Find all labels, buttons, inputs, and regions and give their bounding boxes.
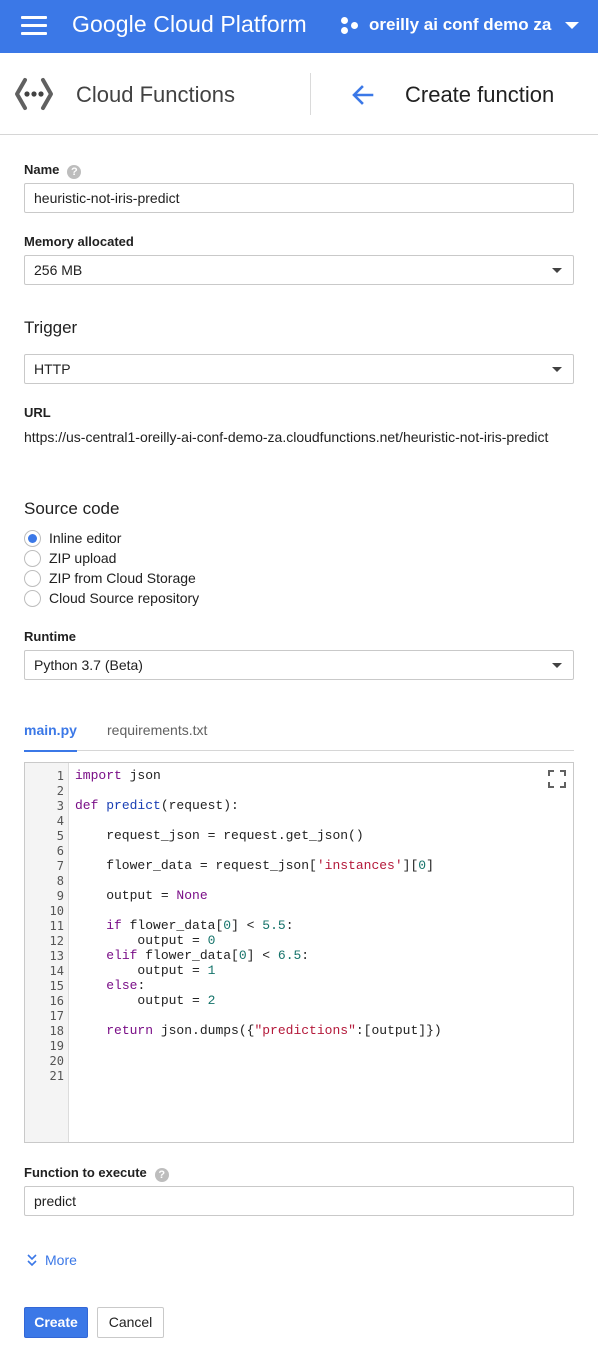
code-line[interactable]: flower_data = request_json['instances'][… bbox=[75, 858, 434, 873]
file-tabs: main.py requirements.txt bbox=[24, 718, 574, 752]
trigger-value: HTTP bbox=[34, 361, 71, 377]
cloud-functions-icon bbox=[15, 78, 53, 110]
line-number: 8 bbox=[56, 874, 64, 888]
function-label: Function to execute? bbox=[24, 1165, 169, 1182]
more-label: More bbox=[45, 1252, 77, 1268]
code-line[interactable]: output = 2 bbox=[75, 993, 215, 1008]
line-number: 16 bbox=[49, 994, 64, 1008]
runtime-value: Python 3.7 (Beta) bbox=[34, 657, 143, 673]
radio-label: ZIP from Cloud Storage bbox=[49, 570, 196, 586]
memory-value: 256 MB bbox=[34, 262, 83, 278]
dropdown-caret-icon bbox=[552, 268, 562, 273]
page-title: Create function bbox=[405, 82, 555, 107]
create-button[interactable]: Create bbox=[24, 1307, 88, 1338]
radio-cloud-source-repo[interactable]: Cloud Source repository bbox=[24, 589, 199, 607]
code-line[interactable]: if flower_data[0] < 5.5: bbox=[75, 918, 293, 933]
line-number: 19 bbox=[49, 1039, 64, 1053]
radio-button-checked[interactable] bbox=[24, 529, 41, 547]
url-label: URL bbox=[24, 405, 51, 420]
line-number: 1 bbox=[56, 769, 64, 783]
line-number: 18 bbox=[49, 1024, 64, 1038]
service-title[interactable]: Cloud Functions bbox=[76, 82, 235, 108]
header-divider bbox=[310, 73, 311, 115]
code-editor[interactable]: 1 2 3 4 5 6 7 8 9 10 11 12 13 14 15 16 17 18 19 20 21 import… bbox=[24, 762, 574, 1143]
dropdown-caret-icon bbox=[552, 367, 562, 372]
code-line[interactable]: request_json = request.get_json() bbox=[75, 828, 363, 843]
radio-button[interactable] bbox=[24, 569, 41, 587]
radio-zip-upload[interactable]: ZIP upload bbox=[24, 549, 116, 567]
code-line[interactable]: return json.dumps({"predictions":[output… bbox=[75, 1023, 441, 1038]
runtime-label: Runtime bbox=[24, 629, 76, 644]
name-label: Name? bbox=[24, 162, 82, 179]
line-number: 13 bbox=[49, 949, 64, 963]
memory-select[interactable]: 256 MB bbox=[24, 255, 574, 285]
line-number: 2 bbox=[56, 784, 64, 798]
back-arrow-icon[interactable] bbox=[349, 81, 377, 109]
line-number: 5 bbox=[56, 829, 64, 843]
project-icon bbox=[340, 15, 360, 35]
project-name: oreilly ai conf demo za bbox=[369, 15, 552, 34]
more-toggle[interactable]: More bbox=[26, 1252, 77, 1268]
memory-label: Memory allocated bbox=[24, 234, 134, 249]
line-number: 10 bbox=[49, 904, 64, 918]
cancel-button[interactable]: Cancel bbox=[97, 1307, 164, 1338]
fullscreen-icon[interactable] bbox=[548, 770, 566, 788]
dropdown-caret-icon bbox=[552, 663, 562, 668]
caret-down-icon bbox=[565, 21, 580, 29]
line-number: 20 bbox=[49, 1054, 64, 1068]
code-line[interactable]: def predict(request): bbox=[75, 798, 239, 813]
line-number: 4 bbox=[56, 814, 64, 828]
radio-label: Inline editor bbox=[49, 530, 122, 546]
runtime-select[interactable]: Python 3.7 (Beta) bbox=[24, 650, 574, 680]
line-number: 6 bbox=[56, 844, 64, 858]
line-number: 7 bbox=[56, 859, 64, 873]
help-icon[interactable]: ? bbox=[154, 1168, 169, 1182]
code-line[interactable]: elif flower_data[0] < 6.5: bbox=[75, 948, 309, 963]
line-number: 15 bbox=[49, 979, 64, 993]
code-line[interactable]: output = 0 bbox=[75, 933, 215, 948]
trigger-select[interactable]: HTTP bbox=[24, 354, 574, 384]
line-number: 12 bbox=[49, 934, 64, 948]
tab-requirements-txt[interactable]: requirements.txt bbox=[107, 722, 207, 751]
line-number: 11 bbox=[49, 919, 64, 933]
name-input[interactable]: heuristic-not-iris-predict bbox=[24, 183, 574, 213]
name-label-text: Name bbox=[24, 162, 60, 177]
project-selector[interactable]: oreilly ai conf demo za bbox=[340, 10, 580, 40]
line-number: 14 bbox=[49, 964, 64, 978]
radio-label: ZIP upload bbox=[49, 550, 117, 566]
code-line[interactable]: import json bbox=[75, 768, 161, 783]
line-number: 9 bbox=[56, 889, 64, 903]
radio-button[interactable] bbox=[24, 589, 41, 607]
source-code-title: Source code bbox=[24, 499, 120, 518]
code-line[interactable]: output = None bbox=[75, 888, 207, 903]
function-label-text: Function to execute bbox=[24, 1165, 147, 1180]
app-title[interactable]: Google Cloud Platform bbox=[72, 11, 307, 38]
help-icon[interactable]: ? bbox=[67, 165, 82, 179]
trigger-title: Trigger bbox=[24, 318, 78, 337]
radio-inline-editor[interactable]: Inline editor bbox=[24, 529, 121, 547]
url-value: https://us-central1-oreilly-ai-conf-demo… bbox=[24, 429, 549, 445]
tab-main-py[interactable]: main.py bbox=[24, 722, 77, 752]
line-number: 3 bbox=[56, 799, 64, 813]
code-line[interactable]: else: bbox=[75, 978, 145, 993]
double-chevron-down-icon bbox=[27, 1254, 37, 1267]
line-number-gutter: 1 2 3 4 5 6 7 8 9 10 11 12 13 14 15 16 17 18 19 20 21 bbox=[25, 763, 69, 1142]
top-app-bar: Google Cloud Platform oreilly ai conf de… bbox=[0, 0, 598, 53]
code-line[interactable]: output = 1 bbox=[75, 963, 215, 978]
line-number: 21 bbox=[49, 1069, 64, 1083]
radio-zip-cloud-storage[interactable]: ZIP from Cloud Storage bbox=[24, 569, 196, 587]
function-input[interactable]: predict bbox=[24, 1186, 574, 1216]
service-header: Cloud Functions Create function bbox=[0, 53, 598, 135]
radio-label: Cloud Source repository bbox=[49, 590, 200, 606]
line-number: 17 bbox=[49, 1009, 64, 1023]
radio-button[interactable] bbox=[24, 549, 41, 567]
menu-icon[interactable] bbox=[21, 15, 47, 37]
